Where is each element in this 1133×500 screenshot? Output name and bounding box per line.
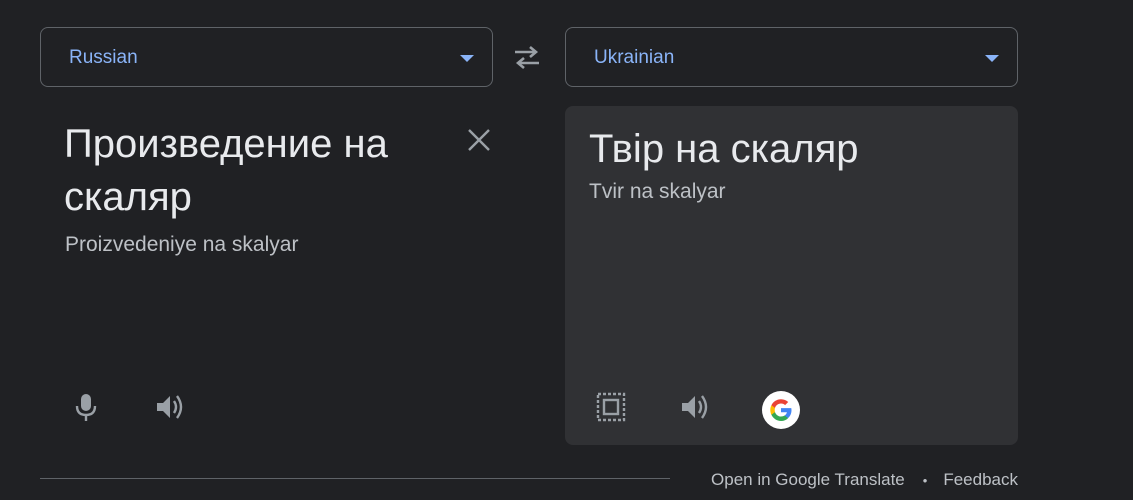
clear-text-button[interactable] xyxy=(463,124,495,156)
footer-links: Open in Google Translate • Feedback xyxy=(711,470,1018,490)
footer-separator: • xyxy=(922,472,928,488)
target-language-label: Ukrainian xyxy=(594,47,675,68)
listen-translation-button[interactable] xyxy=(677,389,713,425)
source-language-label: Russian xyxy=(69,47,138,68)
select-text-icon xyxy=(596,392,626,422)
close-icon xyxy=(468,129,490,151)
chevron-down-icon xyxy=(460,55,474,62)
microphone-icon xyxy=(75,394,97,421)
source-transliteration: Proizvedeniye na skalyar xyxy=(65,233,299,256)
open-in-google-translate-link[interactable]: Open in Google Translate xyxy=(711,470,905,490)
swap-arrows-icon xyxy=(515,46,539,69)
speaker-icon xyxy=(682,395,708,419)
target-transliteration: Tvir na skalyar xyxy=(589,180,726,203)
google-logo-icon xyxy=(762,391,800,429)
speaker-icon xyxy=(157,395,183,419)
footer-divider xyxy=(40,478,670,479)
select-text-button[interactable] xyxy=(593,389,629,425)
google-translate-button[interactable] xyxy=(762,391,800,429)
swap-languages-button[interactable] xyxy=(509,41,545,73)
listen-source-button[interactable] xyxy=(152,389,188,425)
source-text-input[interactable]: Произведение на скаляр xyxy=(64,118,444,224)
source-language-select[interactable]: Russian xyxy=(40,27,493,87)
target-language-select[interactable]: Ukrainian xyxy=(565,27,1018,87)
chevron-down-icon xyxy=(985,55,999,62)
translated-text: Твір на скаляр xyxy=(589,127,859,171)
feedback-link[interactable]: Feedback xyxy=(943,470,1018,490)
translation-panel: Твір на скаляр Tvir na skalyar xyxy=(565,106,1018,445)
microphone-button[interactable] xyxy=(68,389,104,425)
translate-widget: Russian Ukrainian Произведение на скаляр… xyxy=(0,0,1133,500)
